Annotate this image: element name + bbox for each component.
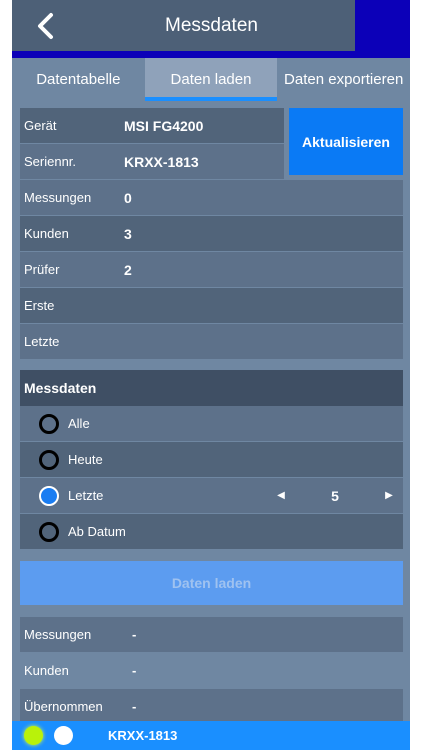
radio-label: Ab Datum (68, 524, 126, 539)
header-bar: Messdaten (12, 0, 355, 51)
radio-label: Heute (68, 452, 103, 467)
stat-value: - (132, 663, 137, 678)
radio-button-selected[interactable] (39, 485, 59, 506)
info-row-geraet: Gerät MSI FG4200 (20, 108, 284, 143)
triangle-left-icon[interactable]: ◀ (267, 490, 295, 501)
info-label: Erste (24, 298, 55, 313)
triangle-right-icon[interactable]: ▶ (375, 490, 403, 501)
info-row-letzte: Letzte (20, 324, 403, 359)
refresh-button[interactable]: Aktualisieren (289, 108, 403, 175)
load-data-button[interactable]: Daten laden (20, 561, 403, 605)
stat-label: Übernommen (24, 699, 103, 714)
radio-button[interactable] (39, 413, 59, 434)
radio-label: Alle (68, 416, 90, 431)
stat-value: - (132, 627, 137, 642)
info-label: Gerät (24, 118, 57, 133)
info-row-pruefer: Prüfer 2 (20, 252, 403, 287)
tab-daten-laden[interactable]: Daten laden (144, 58, 278, 101)
radio-option-alle[interactable]: Alle (20, 406, 403, 441)
stat-value: - (132, 699, 137, 714)
stat-row-messungen: Messungen - (20, 617, 403, 652)
app-screen: Messdaten Datentabelle Daten laden Daten… (12, 0, 410, 750)
tab-daten-exportieren[interactable]: Daten exportieren (277, 58, 410, 101)
info-value: 2 (124, 261, 132, 278)
radio-button[interactable] (39, 521, 59, 542)
stat-row-kunden: Kunden - (20, 653, 403, 688)
info-row-messungen: Messungen 0 (20, 180, 403, 215)
chevron-left-icon (38, 13, 53, 39)
info-label: Prüfer (24, 262, 60, 277)
info-value: KRXX-1813 (124, 153, 199, 170)
header: Messdaten (12, 0, 410, 58)
radio-label: Letzte (68, 488, 104, 503)
radio-option-letzte[interactable]: Letzte ◀ 5 ▶ (20, 478, 403, 513)
tab-bar: Datentabelle Daten laden Daten exportier… (12, 58, 410, 101)
page-title: Messdaten (165, 15, 258, 36)
info-label: Kunden (24, 226, 69, 241)
stat-label: Kunden (24, 663, 69, 678)
status-footer: KRXX-1813 (12, 721, 410, 750)
info-row-erste: Erste (20, 288, 403, 323)
back-button[interactable] (30, 11, 60, 41)
section-title-messdaten: Messdaten (20, 370, 403, 406)
status-led-green-icon (24, 726, 43, 745)
stat-row-uebernommen: Übernommen - (20, 689, 403, 724)
radio-option-heute[interactable]: Heute (20, 442, 403, 477)
status-led-white-icon (54, 726, 73, 745)
info-row-seriennr: Seriennr. KRXX-1813 (20, 144, 284, 179)
info-label: Seriennr. (24, 154, 77, 169)
tab-datentabelle[interactable]: Datentabelle (12, 58, 145, 101)
radio-option-ab-datum[interactable]: Ab Datum (20, 514, 403, 549)
stat-label: Messungen (24, 627, 92, 642)
footer-device-label: KRXX-1813 (108, 728, 178, 743)
stepper-value: 5 (331, 487, 339, 504)
info-label: Letzte (24, 334, 60, 349)
info-row-kunden: Kunden 3 (20, 216, 403, 251)
info-value: 0 (124, 189, 132, 206)
info-value: MSI FG4200 (124, 117, 204, 134)
info-value: 3 (124, 225, 132, 242)
radio-button[interactable] (39, 449, 59, 470)
count-stepper: ◀ 5 ▶ (267, 478, 403, 513)
info-label: Messungen (24, 190, 92, 205)
